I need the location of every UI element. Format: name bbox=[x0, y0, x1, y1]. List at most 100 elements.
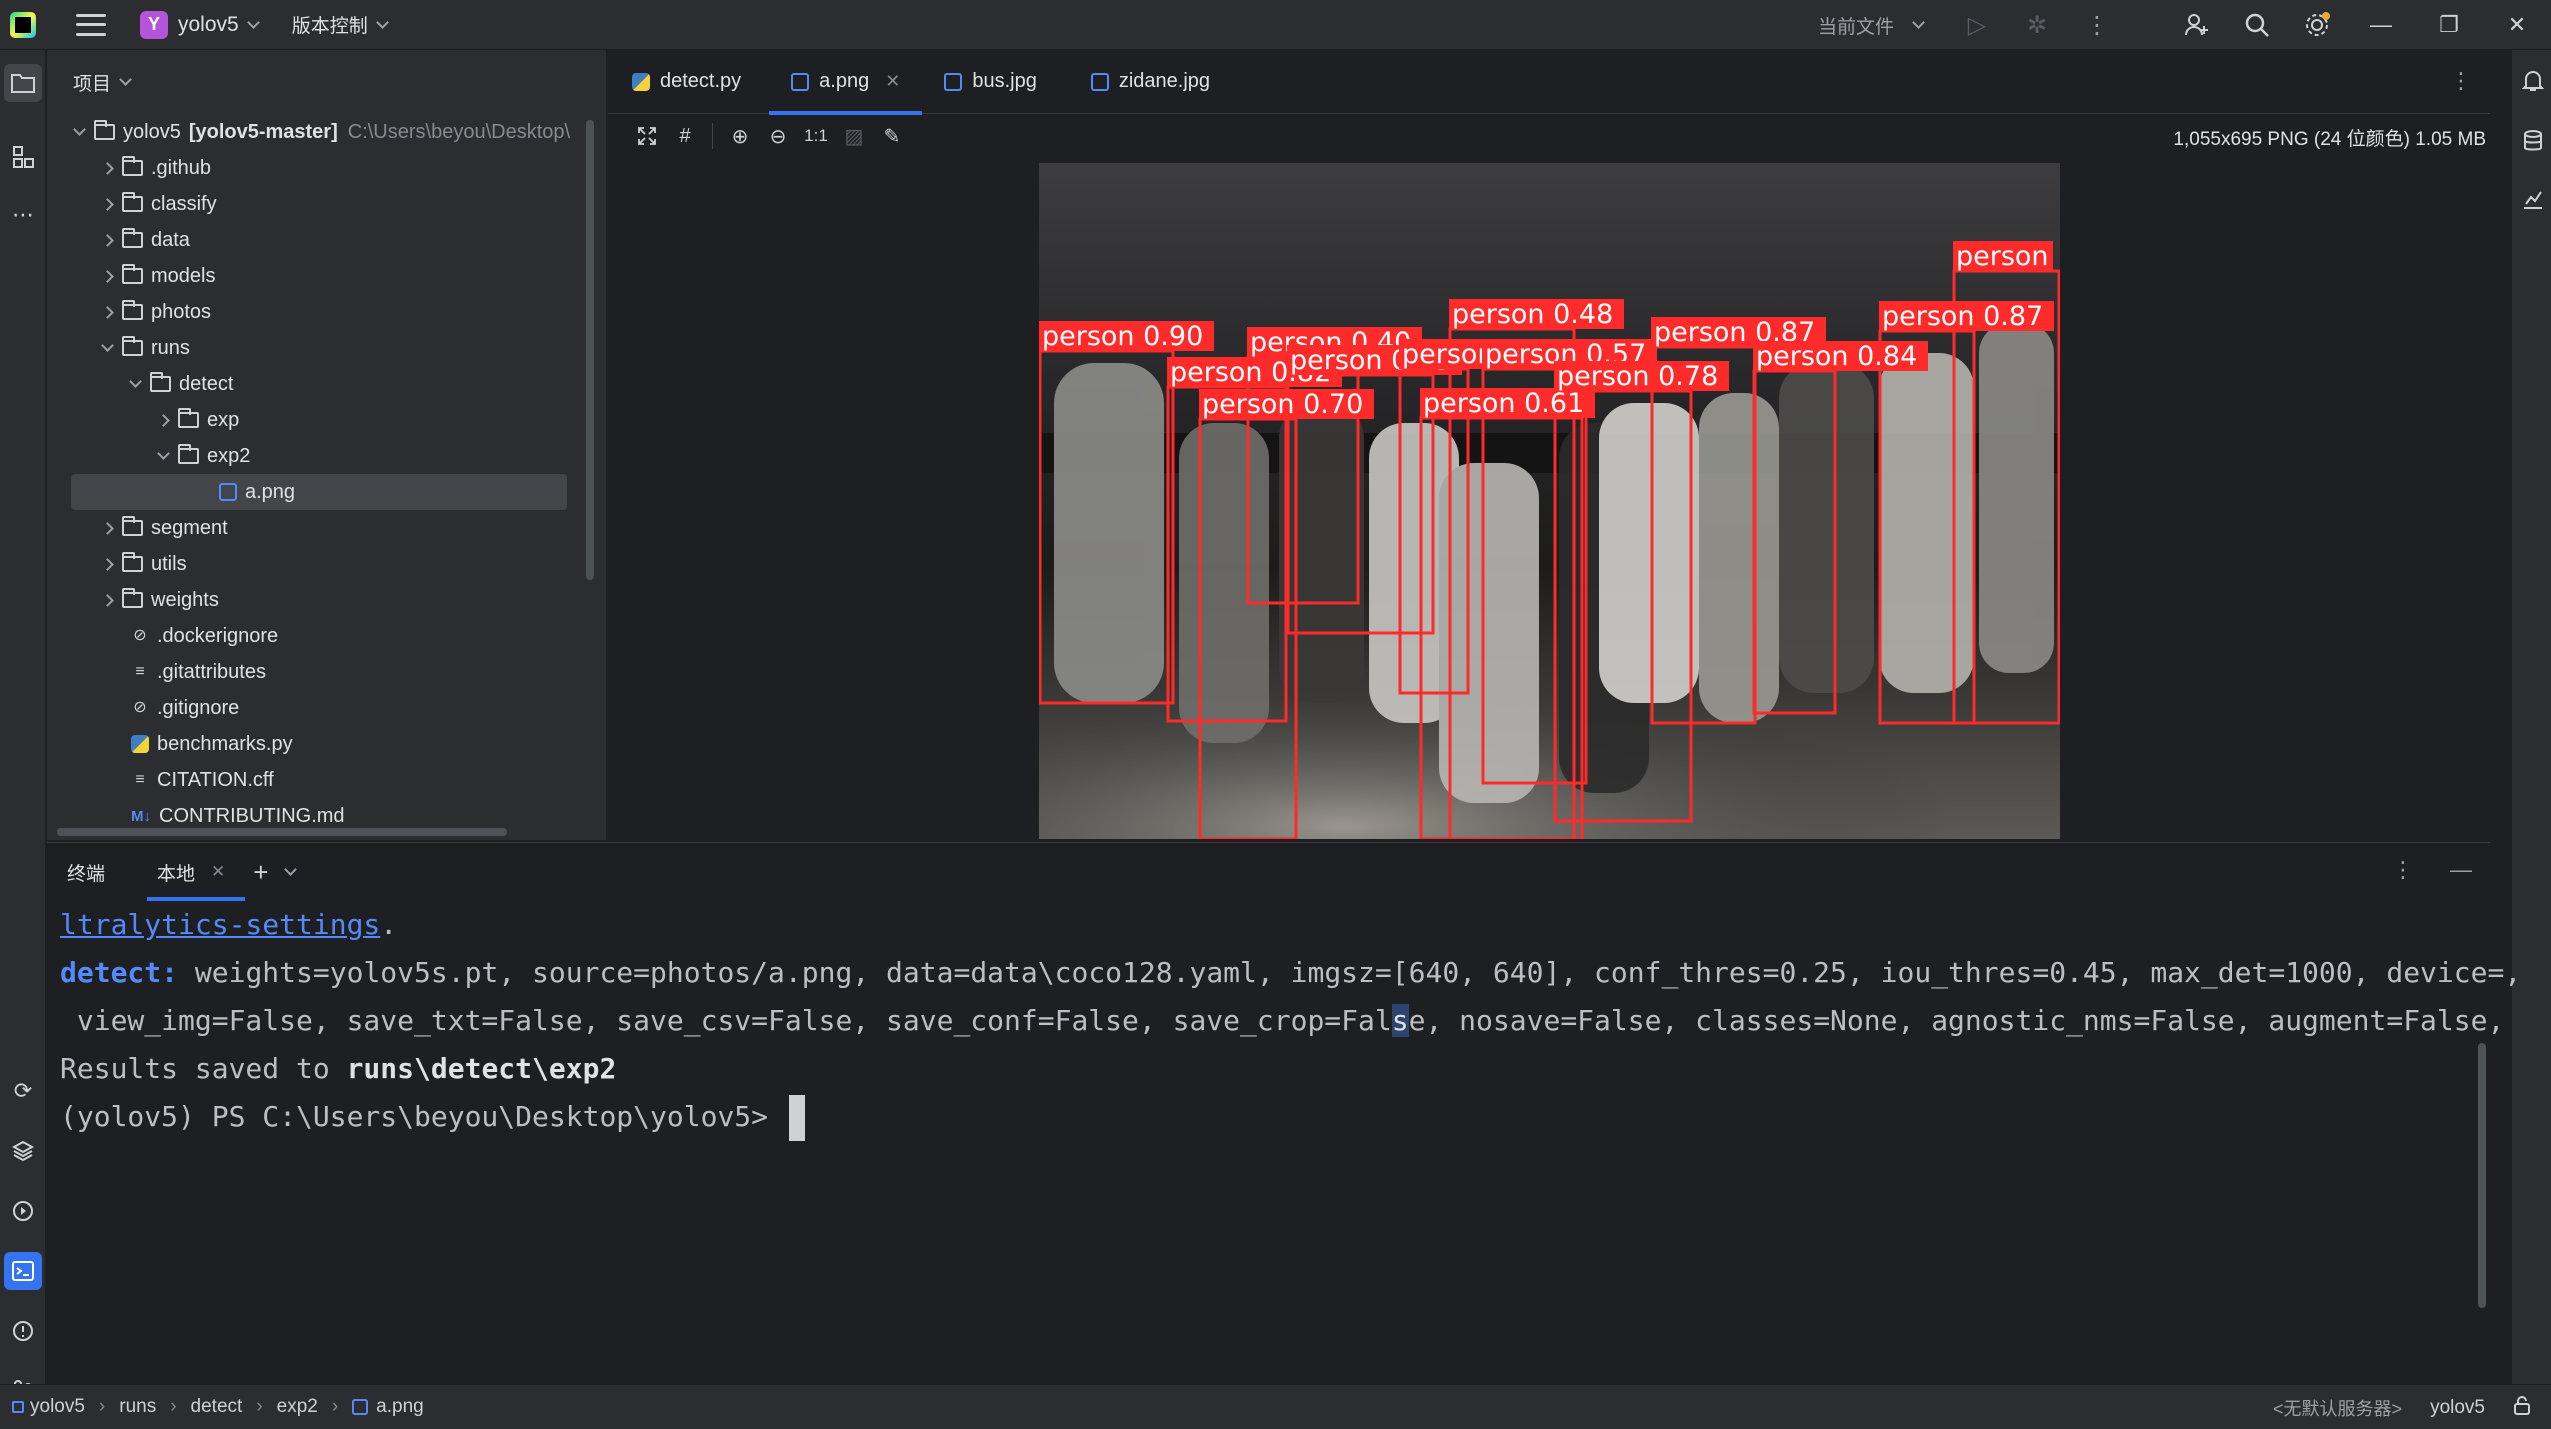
tree-item-detect[interactable]: detect bbox=[47, 366, 592, 402]
chevron-down-icon[interactable] bbox=[284, 863, 298, 876]
breadcrumb-item[interactable]: exp2 bbox=[277, 1396, 318, 1418]
main-menu-icon[interactable] bbox=[76, 13, 106, 36]
breadcrumb-item[interactable]: a.png bbox=[376, 1396, 424, 1418]
detection-label: person 0.87 bbox=[1882, 301, 2043, 332]
tree-item-data[interactable]: data bbox=[47, 222, 592, 258]
project-switcher[interactable]: yolov5 bbox=[178, 13, 239, 37]
tree-item-photos[interactable]: photos bbox=[47, 294, 592, 330]
terminal-scrollbar[interactable] bbox=[2478, 1043, 2486, 1308]
chevron-down-icon[interactable] bbox=[1912, 16, 1925, 29]
add-user-icon[interactable] bbox=[2167, 0, 2227, 50]
breadcrumb-item[interactable]: detect bbox=[191, 1396, 243, 1418]
chevron-down-icon[interactable] bbox=[129, 375, 142, 388]
chevron-right-icon[interactable] bbox=[101, 557, 114, 571]
services-icon[interactable] bbox=[4, 1192, 42, 1230]
settings-link[interactable]: ltralytics-settings bbox=[60, 908, 380, 941]
close-tab-icon[interactable]: ✕ bbox=[885, 71, 900, 92]
tree-item-exp2[interactable]: exp2 bbox=[47, 438, 592, 474]
sciview-chart-icon[interactable] bbox=[2516, 182, 2550, 216]
tree-item-citation[interactable]: ≡ CITATION.cff bbox=[47, 762, 592, 798]
python-packages-icon[interactable]: ⟳ bbox=[4, 1072, 42, 1110]
restore-button[interactable]: ❐ bbox=[2415, 0, 2483, 50]
search-icon[interactable] bbox=[2227, 0, 2287, 50]
tree-item-runs[interactable]: runs bbox=[47, 330, 592, 366]
tree-item-benchmarks[interactable]: benchmarks.py bbox=[47, 726, 592, 762]
chevron-right-icon[interactable] bbox=[157, 413, 170, 427]
folder-icon bbox=[122, 588, 143, 608]
problems-icon[interactable] bbox=[4, 1312, 42, 1350]
minimize-panel-icon[interactable]: — bbox=[2450, 857, 2472, 883]
structure-tool-icon[interactable] bbox=[4, 138, 42, 176]
chevron-right-icon[interactable] bbox=[101, 269, 114, 283]
debug-icon[interactable]: ✲ bbox=[2007, 0, 2067, 50]
fit-zoom-icon[interactable] bbox=[628, 117, 666, 155]
tree-item-segment[interactable]: segment bbox=[47, 510, 592, 546]
database-icon[interactable] bbox=[2516, 124, 2550, 158]
more-actions-icon[interactable]: ⋮ bbox=[2067, 0, 2127, 50]
python-interpreter-widget[interactable]: yolov5 bbox=[2430, 1397, 2485, 1419]
background-toggle-icon[interactable]: ▨ bbox=[835, 117, 873, 155]
chevron-down-icon[interactable] bbox=[119, 73, 132, 86]
terminal-options-icon[interactable]: ⋮ bbox=[2392, 857, 2414, 883]
chevron-right-icon[interactable] bbox=[101, 161, 114, 175]
notifications-bell-icon[interactable] bbox=[2516, 64, 2550, 98]
tab-actions-icon[interactable]: ⋮ bbox=[2450, 68, 2472, 94]
breadcrumb-item[interactable]: runs bbox=[119, 1396, 156, 1418]
minimize-button[interactable]: — bbox=[2347, 0, 2415, 50]
close-tab-icon[interactable]: ✕ bbox=[211, 862, 225, 882]
tab-zidane-jpg[interactable]: zidane.jpg bbox=[1069, 50, 1232, 114]
chevron-down-icon[interactable] bbox=[375, 15, 389, 29]
chevron-right-icon[interactable] bbox=[101, 197, 114, 211]
run-icon[interactable]: ▷ bbox=[1947, 0, 2007, 50]
tree-item-a-png[interactable]: a.png bbox=[71, 474, 567, 510]
tree-item-dockerignore[interactable]: ⊘ .dockerignore bbox=[47, 618, 592, 654]
color-picker-icon[interactable]: ✎ bbox=[873, 117, 911, 155]
pycharm-logo-icon bbox=[10, 11, 36, 38]
chevron-right-icon[interactable] bbox=[101, 593, 114, 607]
terminal-output[interactable]: ltralytics-settings. detect: weights=yolo… bbox=[60, 901, 2521, 1141]
project-badge[interactable]: Y bbox=[140, 10, 168, 39]
terminal-session-label: 本地 bbox=[157, 863, 196, 885]
tab-a-png[interactable]: a.png ✕ bbox=[769, 50, 923, 115]
chevron-down-icon[interactable] bbox=[246, 15, 260, 29]
tree-item-gitignore[interactable]: ⊘ .gitignore bbox=[47, 690, 592, 726]
tree-item-gitattributes[interactable]: ≡ .gitattributes bbox=[47, 654, 592, 690]
breadcrumb-item[interactable]: yolov5 bbox=[30, 1396, 85, 1418]
tab-detect-py[interactable]: detect.py bbox=[610, 50, 763, 114]
run-config-selector[interactable]: 当前文件 bbox=[1818, 12, 1894, 39]
terminal-session-tab[interactable]: 本地 ✕ bbox=[137, 843, 246, 901]
zoom-in-icon[interactable]: ⊕ bbox=[721, 117, 759, 155]
lock-icon[interactable] bbox=[2513, 1395, 2531, 1421]
chevron-down-icon[interactable] bbox=[101, 339, 114, 352]
package-folder-icon bbox=[122, 552, 143, 572]
chevron-right-icon[interactable] bbox=[101, 305, 114, 319]
horizontal-scrollbar[interactable] bbox=[57, 828, 507, 836]
chevron-down-icon[interactable] bbox=[73, 123, 86, 136]
zoom-out-icon[interactable]: ⊖ bbox=[759, 117, 797, 155]
tree-item-exp[interactable]: exp bbox=[47, 402, 592, 438]
more-tools-icon[interactable]: ⋯ bbox=[4, 196, 42, 234]
tree-item-weights[interactable]: weights bbox=[47, 582, 592, 618]
chevron-right-icon[interactable] bbox=[101, 521, 114, 535]
title-bar: Y yolov5 版本控制 当前文件 ▷ ✲ ⋮ — ❐ ✕ bbox=[0, 0, 2551, 50]
project-tool-icon[interactable] bbox=[4, 64, 42, 102]
chevron-right-icon[interactable] bbox=[101, 233, 114, 247]
actual-size-button[interactable]: 1:1 bbox=[797, 117, 835, 155]
tab-bus-jpg[interactable]: bus.jpg bbox=[922, 50, 1059, 114]
chevron-down-icon[interactable] bbox=[157, 447, 170, 460]
deployment-server-widget[interactable]: <无默认服务器> bbox=[2273, 1395, 2402, 1421]
tree-item-classify[interactable]: classify bbox=[47, 186, 592, 222]
terminal-tool-icon[interactable] bbox=[4, 1252, 42, 1290]
tree-item-root[interactable]: yolov5 [yolov5-master] C:\Users\beyou\De… bbox=[47, 114, 592, 150]
vertical-scrollbar[interactable] bbox=[586, 120, 594, 580]
tree-item-utils[interactable]: utils bbox=[47, 546, 592, 582]
tree-item-models[interactable]: models bbox=[47, 258, 592, 294]
grid-toggle-icon[interactable]: # bbox=[666, 117, 704, 155]
project-panel-header[interactable]: 项目 bbox=[47, 50, 606, 114]
tree-item-github[interactable]: .github bbox=[47, 150, 592, 186]
vcs-widget[interactable]: 版本控制 bbox=[292, 11, 368, 38]
close-window-button[interactable]: ✕ bbox=[2483, 0, 2551, 50]
settings-gear-icon[interactable] bbox=[2287, 0, 2347, 50]
new-terminal-icon[interactable]: + bbox=[253, 857, 268, 888]
layers-icon[interactable] bbox=[4, 1132, 42, 1170]
